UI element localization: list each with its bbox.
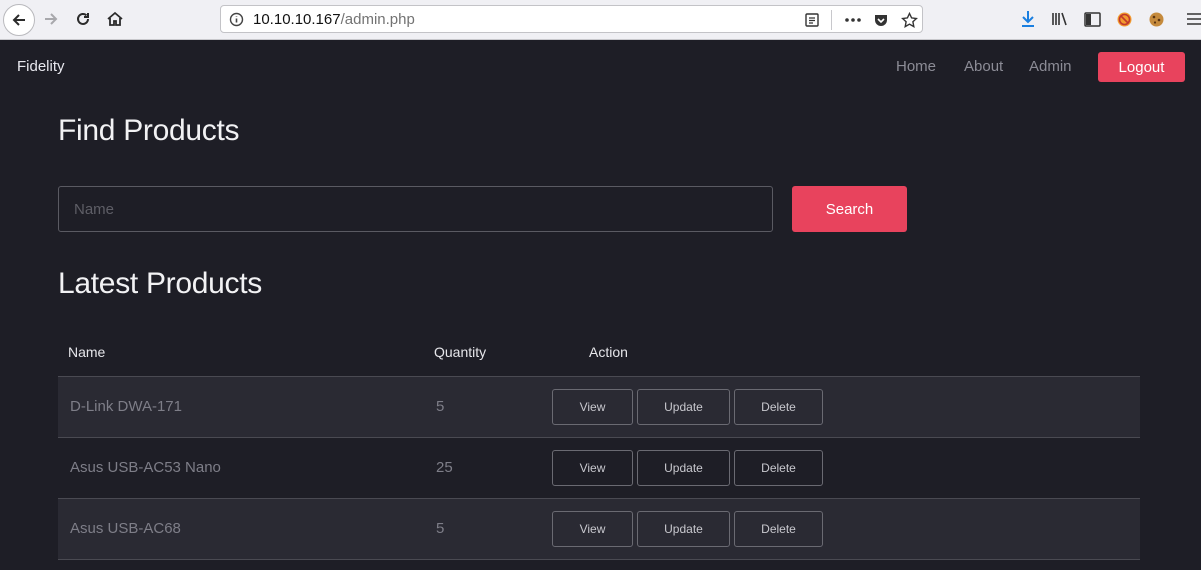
arrow-right-icon — [45, 13, 58, 25]
view-button[interactable]: View — [552, 511, 633, 547]
reader-view-icon[interactable] — [801, 9, 823, 31]
downloads-icon[interactable] — [1017, 8, 1039, 30]
nav-link-about[interactable]: About — [964, 58, 1003, 75]
url-path: /admin.php — [340, 11, 415, 28]
url-text: 10.10.10.167/admin.php — [253, 11, 415, 28]
page-content: Fidelity Home About Admin Logout Find Pr… — [0, 40, 1201, 570]
forward-button[interactable] — [36, 4, 66, 34]
latest-products-heading: Latest Products — [58, 267, 262, 300]
nav-link-home[interactable]: Home — [896, 58, 936, 75]
cookie-icon[interactable] — [1145, 8, 1167, 30]
delete-button[interactable]: Delete — [734, 450, 823, 486]
find-products-heading: Find Products — [58, 114, 240, 147]
logout-button[interactable]: Logout — [1098, 52, 1185, 82]
table-row: Asus USB-AC68 5 View Update Delete — [58, 499, 1140, 559]
top-navbar: Fidelity Home About Admin Logout — [0, 40, 1201, 94]
table-row: Asus USB-AC53 Nano 25 View Update Delete — [58, 438, 1140, 498]
column-header-name: Name — [68, 344, 106, 360]
update-button[interactable]: Update — [637, 389, 730, 425]
extension-blocker-icon[interactable] — [1113, 8, 1135, 30]
menu-icon[interactable] — [1183, 8, 1201, 30]
arrow-left-icon — [12, 14, 25, 26]
column-header-quantity: Quantity — [434, 344, 487, 360]
product-name: Asus USB-AC53 Nano — [70, 459, 221, 476]
delete-button[interactable]: Delete — [734, 511, 823, 547]
product-quantity: 5 — [436, 398, 445, 415]
table-row: D-Link DWA-171 5 View Update Delete — [58, 377, 1140, 437]
update-button[interactable]: Update — [637, 450, 730, 486]
library-icon[interactable] — [1049, 8, 1071, 30]
page-actions-icon[interactable] — [842, 9, 864, 31]
url-bar[interactable]: 10.10.10.167/admin.php — [220, 5, 923, 33]
view-button[interactable]: View — [552, 450, 633, 486]
column-header-action: Action — [589, 344, 628, 360]
product-quantity: 5 — [436, 520, 445, 537]
brand-logo[interactable]: Fidelity — [17, 58, 65, 75]
url-divider — [831, 10, 832, 30]
update-button[interactable]: Update — [637, 511, 730, 547]
product-name: Asus USB-AC68 — [70, 520, 181, 537]
product-name: D-Link DWA-171 — [70, 398, 182, 415]
back-button[interactable] — [3, 4, 35, 36]
home-button[interactable] — [100, 4, 130, 34]
sidebar-icon[interactable] — [1081, 8, 1103, 30]
bookmark-star-icon[interactable] — [898, 9, 920, 31]
home-icon — [107, 11, 123, 26]
url-host: 10.10.10.167 — [253, 11, 341, 28]
reload-icon — [77, 12, 89, 25]
product-quantity: 25 — [436, 459, 453, 476]
view-button[interactable]: View — [552, 389, 633, 425]
pocket-icon[interactable] — [870, 9, 892, 31]
search-button[interactable]: Search — [792, 186, 907, 232]
table-divider — [58, 559, 1140, 560]
delete-button[interactable]: Delete — [734, 389, 823, 425]
reload-button[interactable] — [68, 4, 98, 34]
browser-toolbar: 10.10.10.167/admin.php — [0, 0, 1201, 40]
info-icon[interactable] — [229, 12, 244, 31]
nav-link-admin[interactable]: Admin — [1029, 58, 1072, 75]
search-input[interactable] — [58, 186, 773, 232]
